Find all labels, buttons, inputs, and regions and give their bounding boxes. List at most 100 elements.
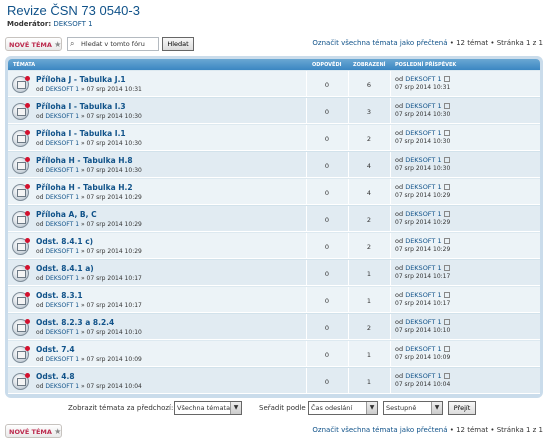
last-post-author-link[interactable]: DEKSOFT 1	[405, 372, 441, 380]
topic-title-link[interactable]: Přílohа A, B, C	[36, 210, 97, 219]
topic-author-link[interactable]: DEKSOFT 1	[45, 86, 79, 93]
last-post-date: 07 srp 2014 10:04	[395, 381, 451, 388]
topic-title-link[interactable]: Odst. 8.4.1 a)	[36, 264, 94, 273]
topic-title-link[interactable]: Příloha J - Tabulka J.1	[36, 75, 126, 84]
column-divider	[348, 341, 349, 366]
goto-last-post-icon[interactable]	[443, 265, 450, 271]
last-post-author-link[interactable]: DEKSOFT 1	[405, 237, 441, 245]
column-divider	[306, 287, 307, 312]
byline-prefix: od	[36, 167, 44, 174]
last-post-author-link[interactable]: DEKSOFT 1	[405, 291, 441, 299]
sort-order-select[interactable]: Sestupně ▼	[383, 401, 443, 415]
topic-author-link[interactable]: DEKSOFT 1	[45, 194, 79, 201]
pagination: Označit všechna témata jako přečtená • 1…	[312, 39, 543, 47]
topic-title-link[interactable]: Odst. 8.2.3 a 8.2.4	[36, 318, 114, 327]
column-divider	[348, 287, 349, 312]
last-post-author-link[interactable]: DEKSOFT 1	[405, 210, 441, 218]
table-row[interactable]: Odst. 8.4.1 c) od DEKSOFT 1 » 07 srp 2014…	[8, 232, 540, 259]
goto-last-post-icon[interactable]	[443, 211, 450, 217]
byline-prefix: od	[36, 302, 44, 309]
topic-title-link[interactable]: Odst. 8.4.1 c)	[36, 237, 93, 246]
last-post-author-link[interactable]: DEKSOFT 1	[405, 102, 441, 110]
goto-last-post-icon[interactable]	[443, 373, 450, 379]
byline-prefix: od	[36, 356, 44, 363]
table-row[interactable]: Přílohа A, B, C od DEKSOFT 1 » 07 srp 201…	[8, 205, 540, 232]
topic-title-link[interactable]: Příloha H - Tabulka H.2	[36, 183, 133, 192]
goto-last-post-icon[interactable]	[443, 292, 450, 298]
table-row[interactable]: Odst. 8.4.1 a) od DEKSOFT 1 » 07 srp 2014…	[8, 259, 540, 286]
last-post-date: 07 srp 2014 10:30	[395, 165, 451, 172]
byline-prefix: od	[36, 248, 44, 255]
table-row[interactable]: Odst. 4.8 od DEKSOFT 1 » 07 srp 2014 10:0…	[8, 367, 540, 394]
topic-author-link[interactable]: DEKSOFT 1	[45, 113, 79, 120]
views-count: 2	[366, 135, 372, 143]
topic-author-link[interactable]: DEKSOFT 1	[45, 302, 79, 309]
table-row[interactable]: Příloha I - Tabulka I.1 od DEKSOFT 1 » 07…	[8, 124, 540, 151]
goto-last-post-icon[interactable]	[443, 157, 450, 163]
last-post-author-link[interactable]: DEKSOFT 1	[405, 345, 441, 353]
goto-last-post-icon[interactable]	[443, 184, 450, 190]
last-post-author-link[interactable]: DEKSOFT 1	[405, 264, 441, 272]
column-views: Zobrazení	[353, 62, 386, 68]
search-button[interactable]: Hledat	[162, 37, 194, 51]
goto-last-post-icon[interactable]	[443, 130, 450, 136]
table-row[interactable]: Příloha H - Tabulka H.2 od DEKSOFT 1 » 07…	[8, 178, 540, 205]
last-post-prefix: od	[395, 318, 404, 326]
mark-read-link[interactable]: Označit všechna témata jako přečtená	[312, 39, 447, 47]
topic-title-link[interactable]: Odst. 4.8	[36, 372, 75, 381]
topic-title-link[interactable]: Příloha I - Tabulka I.1	[36, 129, 126, 138]
topic-byline: od DEKSOFT 1 » 07 srp 2014 10:10	[36, 329, 142, 336]
mark-read-link[interactable]: Označit všechna témata jako přečtená	[312, 426, 447, 434]
show-topics-select[interactable]: Všechna témata ▼	[174, 401, 242, 415]
new-topic-button[interactable]: NOVÉ TÉMA ★	[5, 424, 62, 438]
goto-last-post-icon[interactable]	[443, 319, 450, 325]
topic-read-icon	[12, 238, 30, 255]
topic-read-icon	[12, 373, 30, 390]
last-post-author-link[interactable]: DEKSOFT 1	[405, 75, 441, 83]
topic-date: » 07 srp 2014 10:29	[80, 194, 142, 201]
last-post-author: od DEKSOFT 1	[395, 237, 450, 245]
views-count: 1	[366, 351, 372, 359]
table-row[interactable]: Odst. 7.4 od DEKSOFT 1 » 07 srp 2014 10:0…	[8, 340, 540, 367]
topic-author-link[interactable]: DEKSOFT 1	[45, 140, 79, 147]
topic-read-icon	[12, 157, 30, 174]
topic-read-icon	[12, 211, 30, 228]
topic-author-link[interactable]: DEKSOFT 1	[45, 356, 79, 363]
topic-read-icon	[12, 103, 30, 120]
last-post-author-link[interactable]: DEKSOFT 1	[405, 129, 441, 137]
topic-author-link[interactable]: DEKSOFT 1	[45, 167, 79, 174]
table-row[interactable]: Příloha H - Tabulka H.8 od DEKSOFT 1 » 07…	[8, 151, 540, 178]
last-post-author-link[interactable]: DEKSOFT 1	[405, 318, 441, 326]
topic-title-link[interactable]: Příloha H - Tabulka H.8	[36, 156, 133, 165]
last-post-author-link[interactable]: DEKSOFT 1	[405, 156, 441, 164]
search-input[interactable]: ⌕ Hledat v tomto fóru	[67, 37, 159, 51]
page-title[interactable]: Revize ČSN 73 0540-3	[7, 3, 140, 18]
topic-author-link[interactable]: DEKSOFT 1	[45, 221, 79, 228]
column-divider	[348, 206, 349, 231]
new-topic-button[interactable]: NOVÉ TÉMA ★	[5, 37, 62, 51]
sort-by-select[interactable]: Čas odeslání ▼	[308, 401, 378, 415]
goto-last-post-icon[interactable]	[443, 238, 450, 244]
goto-last-post-icon[interactable]	[443, 346, 450, 352]
table-row[interactable]: Odst. 8.2.3 a 8.2.4 od DEKSOFT 1 » 07 srp…	[8, 313, 540, 340]
go-button[interactable]: Přejít	[448, 401, 476, 415]
table-row[interactable]: Příloha J - Tabulka J.1 od DEKSOFT 1 » 07…	[8, 70, 540, 97]
topic-author-link[interactable]: DEKSOFT 1	[45, 383, 79, 390]
column-divider	[348, 260, 349, 285]
moderator-name[interactable]: DEKSOFT 1	[53, 20, 92, 28]
last-post-author-link[interactable]: DEKSOFT 1	[405, 183, 441, 191]
topic-author-link[interactable]: DEKSOFT 1	[45, 329, 79, 336]
topic-title-link[interactable]: Odst. 7.4	[36, 345, 75, 354]
column-divider	[390, 368, 391, 393]
topic-title-link[interactable]: Příloha I - Tabulka I.3	[36, 102, 126, 111]
table-row[interactable]: Příloha I - Tabulka I.3 od DEKSOFT 1 » 07…	[8, 97, 540, 124]
topic-author-link[interactable]: DEKSOFT 1	[45, 275, 79, 282]
last-post-author: od DEKSOFT 1	[395, 102, 450, 110]
topic-byline: od DEKSOFT 1 » 07 srp 2014 10:09	[36, 356, 142, 363]
topic-title-link[interactable]: Odst. 8.3.1	[36, 291, 83, 300]
goto-last-post-icon[interactable]	[443, 103, 450, 109]
topic-author-link[interactable]: DEKSOFT 1	[45, 248, 79, 255]
goto-last-post-icon[interactable]	[443, 76, 450, 82]
byline-prefix: od	[36, 86, 44, 93]
table-row[interactable]: Odst. 8.3.1 od DEKSOFT 1 » 07 srp 2014 10…	[8, 286, 540, 313]
